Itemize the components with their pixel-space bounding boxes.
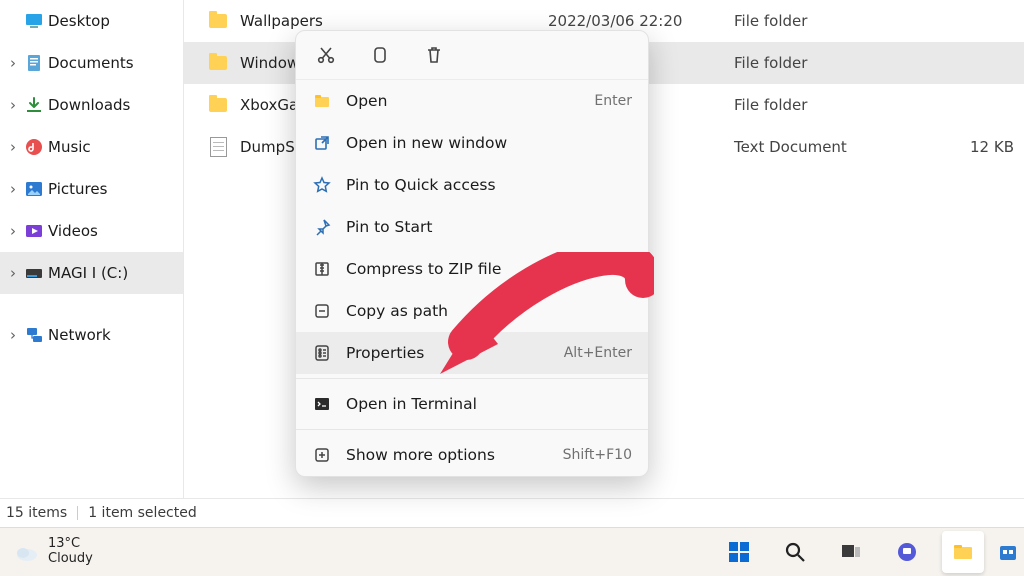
ctx-label: Open in new window xyxy=(346,134,632,152)
status-bar: 15 items 1 item selected xyxy=(0,498,1024,527)
open-new-window-icon xyxy=(312,133,332,153)
sidebar-item-downloads[interactable]: › Downloads xyxy=(0,84,183,126)
pictures-icon xyxy=(24,179,44,199)
terminal-icon xyxy=(312,394,332,414)
ctx-label: Show more options xyxy=(346,446,549,464)
file-date: 2022/03/06 22:20 xyxy=(548,12,734,30)
downloads-icon xyxy=(24,95,44,115)
weather-desc: Cloudy xyxy=(48,552,93,567)
pin-icon xyxy=(312,217,332,237)
ctx-label: Pin to Start xyxy=(346,218,632,236)
sidebar-item-label: Documents xyxy=(48,54,134,72)
music-icon xyxy=(24,137,44,157)
ctx-label: Open xyxy=(346,92,580,110)
star-icon xyxy=(312,175,332,195)
sidebar-item-label: Downloads xyxy=(48,96,130,114)
status-item-count: 15 items xyxy=(6,505,67,521)
ctx-shortcut: Alt+Enter xyxy=(564,345,632,361)
ctx-label: Open in Terminal xyxy=(346,395,632,413)
more-options-icon xyxy=(312,445,332,465)
navigation-pane: › Desktop › Documents › Downloads xyxy=(0,0,184,498)
network-icon xyxy=(24,325,44,345)
taskbar: 13°C Cloudy xyxy=(0,527,1024,576)
ctx-label: Compress to ZIP file xyxy=(346,260,632,278)
ctx-open-new-window[interactable]: Open in new window xyxy=(296,122,648,164)
weather-text: 13°C Cloudy xyxy=(48,537,93,567)
separator xyxy=(296,429,648,430)
sidebar-item-label: MAGI I (C:) xyxy=(48,264,128,282)
ctx-copy-as-path[interactable]: Copy as path xyxy=(296,290,648,332)
sidebar-item-label: Videos xyxy=(48,222,98,240)
sidebar-item-desktop[interactable]: › Desktop xyxy=(0,0,183,42)
chevron-right-icon: › xyxy=(6,326,20,344)
sidebar-item-label: Music xyxy=(48,138,91,156)
sidebar-item-documents[interactable]: › Documents xyxy=(0,42,183,84)
text-document-icon xyxy=(208,137,228,157)
store-button[interactable] xyxy=(998,531,1018,573)
file-type: File folder xyxy=(734,96,934,114)
ctx-open-in-terminal[interactable]: Open in Terminal xyxy=(296,383,648,425)
taskbar-weather[interactable]: 13°C Cloudy xyxy=(0,537,93,567)
sidebar-item-drive-c[interactable]: › MAGI I (C:) xyxy=(0,252,183,294)
file-type: File folder xyxy=(734,12,934,30)
context-menu-toolbar xyxy=(296,31,648,80)
chevron-right-icon: › xyxy=(6,54,20,72)
ctx-pin-quick-access[interactable]: Pin to Quick access xyxy=(296,164,648,206)
sidebar-item-videos[interactable]: › Videos xyxy=(0,210,183,252)
videos-icon xyxy=(24,221,44,241)
ctx-show-more-options[interactable]: Show more options Shift+F10 xyxy=(296,434,648,476)
ctx-pin-start[interactable]: Pin to Start xyxy=(296,206,648,248)
ctx-label: Properties xyxy=(346,344,550,362)
ctx-properties[interactable]: Properties Alt+Enter xyxy=(296,332,648,374)
copy-icon[interactable] xyxy=(368,43,392,67)
separator xyxy=(77,506,78,520)
weather-cloud-icon xyxy=(14,543,38,561)
documents-icon xyxy=(24,53,44,73)
file-type: File folder xyxy=(734,54,934,72)
task-view-button[interactable] xyxy=(830,531,872,573)
taskbar-apps xyxy=(718,528,1024,576)
status-selection-count: 1 item selected xyxy=(88,505,197,521)
chevron-right-icon: › xyxy=(6,96,20,114)
sidebar-item-music[interactable]: › Music xyxy=(0,126,183,168)
ctx-label: Copy as path xyxy=(346,302,632,320)
sidebar-item-pictures[interactable]: › Pictures xyxy=(0,168,183,210)
ctx-open[interactable]: Open Enter xyxy=(296,80,648,122)
file-name: Wallpapers xyxy=(240,12,323,30)
sidebar-item-label: Desktop xyxy=(48,12,110,30)
chat-button[interactable] xyxy=(886,531,928,573)
sidebar-item-label: Pictures xyxy=(48,180,107,198)
folder-icon xyxy=(208,11,228,31)
ctx-shortcut: Enter xyxy=(594,93,632,109)
ctx-label: Pin to Quick access xyxy=(346,176,632,194)
chevron-right-icon: › xyxy=(6,264,20,282)
separator xyxy=(296,378,648,379)
start-button[interactable] xyxy=(718,531,760,573)
sidebar-item-label: Network xyxy=(48,326,111,344)
desktop-icon xyxy=(24,11,44,31)
zip-icon xyxy=(312,259,332,279)
folder-open-icon xyxy=(312,91,332,111)
context-menu: Open Enter Open in new window Pin to Qui… xyxy=(295,30,649,477)
folder-icon xyxy=(208,53,228,73)
chevron-right-icon: › xyxy=(6,138,20,156)
file-size: 12 KB xyxy=(934,138,1024,156)
search-button[interactable] xyxy=(774,531,816,573)
chevron-right-icon: › xyxy=(6,180,20,198)
ctx-compress-zip[interactable]: Compress to ZIP file xyxy=(296,248,648,290)
weather-temp: 13°C xyxy=(48,537,93,552)
properties-icon xyxy=(312,343,332,363)
ctx-shortcut: Shift+F10 xyxy=(563,447,632,463)
sidebar-item-network[interactable]: › Network xyxy=(0,314,183,356)
folder-icon xyxy=(208,95,228,115)
drive-icon xyxy=(24,263,44,283)
copy-path-icon xyxy=(312,301,332,321)
cut-icon[interactable] xyxy=(314,43,338,67)
file-explorer-taskbar-button[interactable] xyxy=(942,531,984,573)
file-type: Text Document xyxy=(734,138,934,156)
delete-icon[interactable] xyxy=(422,43,446,67)
chevron-right-icon: › xyxy=(6,222,20,240)
